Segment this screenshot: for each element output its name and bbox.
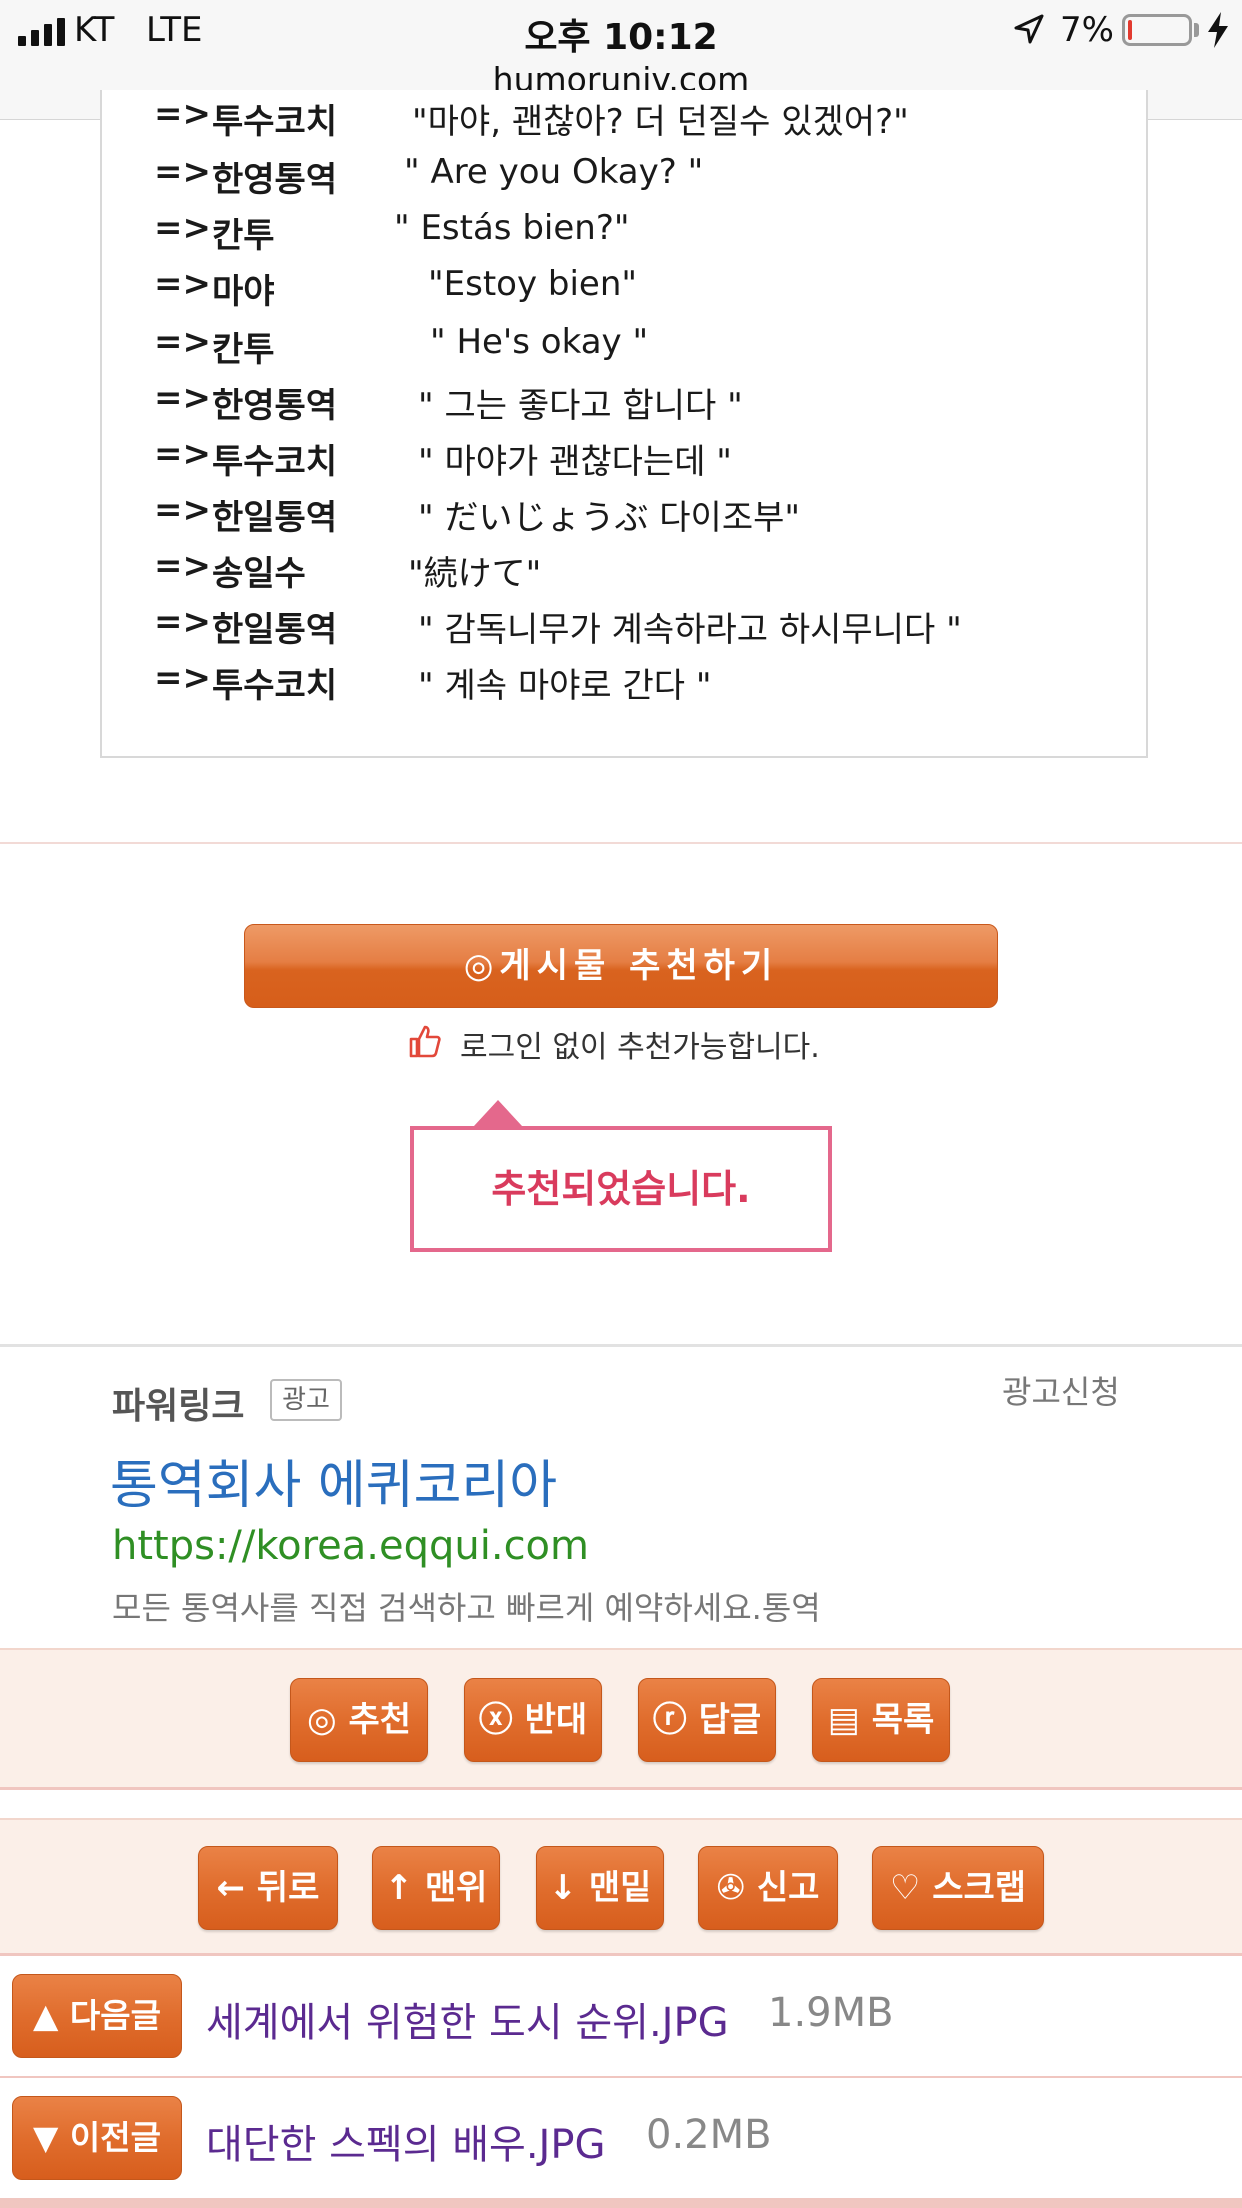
battery-nub <box>1194 23 1199 37</box>
battery-percent: 7% <box>1060 10 1114 50</box>
next-post-button[interactable]: ▲ 다음글 <box>12 1974 182 2058</box>
report-button[interactable]: ✇ 신고 <box>698 1846 838 1930</box>
recommend-note-text: 로그인 없이 추천가능합니다. <box>460 1030 820 1065</box>
dialogue-speaker: 한일통역 <box>212 498 338 538</box>
dialogue-arrow: => <box>154 208 211 248</box>
clock: 오후 10:12 <box>524 17 718 58</box>
charging-bolt-icon <box>1208 12 1228 48</box>
post-image: => 투수코치 "마야, 괜찮아? 더 던질수 있겠어?" => 한영통역 " Are y… <box>100 90 1148 758</box>
dialogue-line: " Estás bien?" <box>394 208 630 248</box>
dialogue-line: "Estoy bien" <box>428 264 638 304</box>
prev-post-title[interactable]: 대단한 스펙의 배우.JPG <box>206 2112 605 2170</box>
dialogue-speaker: 송일수 <box>212 554 306 594</box>
dialogue-arrow: => <box>154 658 211 698</box>
ad-section-title: 파워링크 <box>112 1386 245 1427</box>
scroll-top-button[interactable]: ↑ 맨위 <box>372 1846 500 1930</box>
dialogue-speaker: 칸투 <box>212 330 275 370</box>
dialogue-line: " He's okay " <box>430 322 649 362</box>
ad-description: 모든 통역사를 직접 검색하고 빠르게 예약하세요.통역 <box>112 1589 821 1627</box>
dialogue-arrow: => <box>154 322 211 362</box>
dialogue-arrow: => <box>154 378 211 418</box>
dialogue-arrow: => <box>154 434 211 474</box>
prev-post-row[interactable]: ▼ 이전글 대단한 스펙의 배우.JPG 0.2MB <box>0 2078 1242 2200</box>
dialogue-speaker: 칸투 <box>212 216 275 256</box>
dialogue-speaker: 투수코치 <box>212 442 338 482</box>
dialogue-line: " 감독니무가 계속하라고 하시무니다 " <box>418 610 962 650</box>
dialogue-line: " Are you Okay? " <box>404 152 704 192</box>
next-post-row[interactable]: ▲ 다음글 세계에서 위험한 도시 순위.JPG 1.9MB <box>0 1956 1242 2078</box>
recommend-post-button[interactable]: ◎게시물 추천하기 <box>244 924 998 1008</box>
confirmation-tip <box>474 1100 522 1126</box>
back-button[interactable]: ← 뒤로 <box>198 1846 338 1930</box>
thumbs-up-icon <box>409 1025 441 1058</box>
primary-action-bar: ◎ 추천 ⓧ 반대 ⓡ 답글 ▤ 목록 <box>0 1648 1242 1790</box>
dialogue-arrow: => <box>154 94 211 134</box>
recommended-confirmation: 추천되었습니다. <box>410 1126 832 1252</box>
dialogue-arrow: => <box>154 602 211 642</box>
ad-url-link[interactable]: https://korea.eqqui.com <box>112 1523 589 1569</box>
dialogue-line: " だいじょうぶ 다이조부" <box>418 498 801 538</box>
battery-icon <box>1122 14 1192 46</box>
section-divider <box>0 842 1242 844</box>
scrap-button[interactable]: ♡ 스크랩 <box>872 1846 1044 1930</box>
scroll-bottom-button[interactable]: ↓ 맨밑 <box>536 1846 664 1930</box>
reply-button[interactable]: ⓡ 답글 <box>638 1678 776 1762</box>
dialogue-line: "마야, 괜찮아? 더 던질수 있겠어?" <box>412 102 909 142</box>
dialogue-speaker: 투수코치 <box>212 666 338 706</box>
battery-level-fill <box>1128 20 1132 40</box>
dialogue-speaker: 한일통역 <box>212 610 338 650</box>
recommend-button[interactable]: ◎ 추천 <box>290 1678 428 1762</box>
prev-post-button[interactable]: ▼ 이전글 <box>12 2096 182 2180</box>
dialogue-speaker: 한영통역 <box>212 386 338 426</box>
dialogue-speaker: 투수코치 <box>212 102 338 142</box>
dialogue-line: " 마야가 괜찮다는데 " <box>418 442 732 482</box>
bottom-stripe <box>0 2200 1242 2208</box>
list-button[interactable]: ▤ 목록 <box>812 1678 950 1762</box>
next-post-title[interactable]: 세계에서 위험한 도시 순위.JPG <box>206 1990 729 2048</box>
dialogue-arrow: => <box>154 264 211 304</box>
spacer <box>0 1790 1242 1818</box>
dialogue-arrow: => <box>154 152 211 192</box>
ad-headline-link[interactable]: 통역회사 에퀴코리아 <box>110 1443 557 1518</box>
dialogue-arrow: => <box>154 546 211 586</box>
oppose-button[interactable]: ⓧ 반대 <box>464 1678 602 1762</box>
dialogue-line: " 계속 마야로 간다 " <box>418 666 712 706</box>
ad-badge: 광고 <box>270 1379 342 1421</box>
power-link-ad: 파워링크 광고 광고신청 통역회사 에퀴코리아 https://korea.eq… <box>0 1344 1242 1648</box>
dialogue-line: " 그는 좋다고 합니다 " <box>418 386 743 426</box>
location-arrow-icon <box>1014 14 1044 44</box>
dialogue-speaker: 한영통역 <box>212 160 338 200</box>
secondary-action-bar: ← 뒤로 ↑ 맨위 ↓ 맨밑 ✇ 신고 ♡ 스크랩 <box>0 1818 1242 1956</box>
prev-post-size: 0.2MB <box>646 2112 772 2158</box>
dialogue-arrow: => <box>154 490 211 530</box>
dialogue-speaker: 마야 <box>212 272 275 312</box>
next-post-size: 1.9MB <box>768 1990 894 2036</box>
ad-apply-link[interactable]: 광고신청 <box>1002 1367 1120 1413</box>
dialogue-line: "続けて" <box>408 554 542 594</box>
